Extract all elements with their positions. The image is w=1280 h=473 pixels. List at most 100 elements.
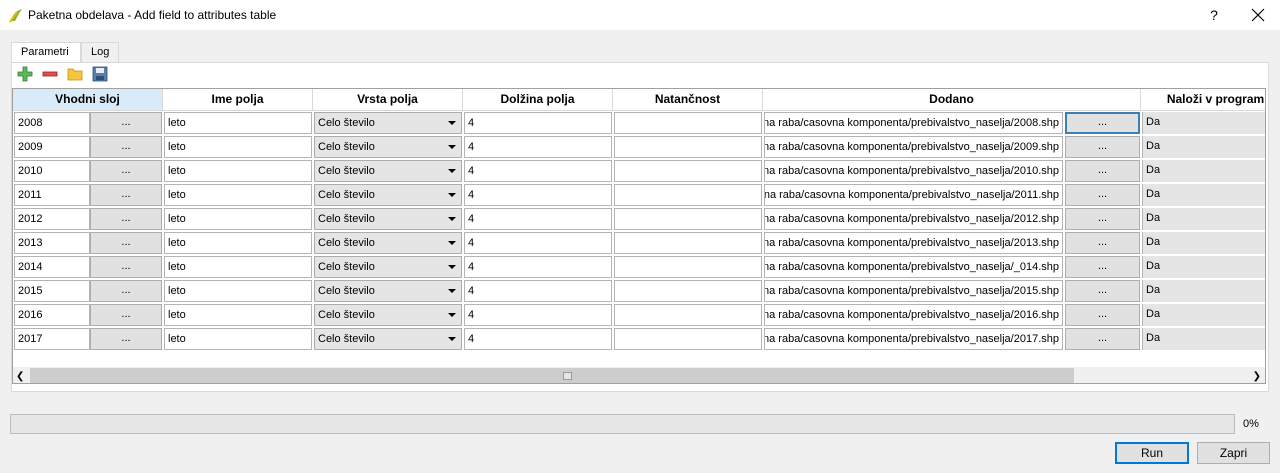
input-layer-field[interactable]: 2011 [14, 184, 90, 206]
browse-output-button[interactable]: ... [1065, 304, 1140, 326]
input-layer-field[interactable]: 2014 [14, 256, 90, 278]
precision-input[interactable] [614, 256, 762, 278]
run-button[interactable]: Run [1115, 442, 1189, 464]
field-type-select[interactable]: Celo število [314, 136, 462, 158]
input-layer-field[interactable]: 2008 [14, 112, 90, 134]
load-in-program-select[interactable]: Da [1142, 304, 1265, 326]
close-button[interactable]: Zapri [1197, 442, 1270, 464]
browse-output-button[interactable]: ... [1065, 160, 1140, 182]
browse-layer-button[interactable]: ... [90, 256, 162, 278]
close-icon[interactable] [1248, 5, 1268, 25]
load-in-program-select[interactable]: Da [1142, 280, 1265, 302]
load-in-program-select[interactable]: Da [1142, 208, 1265, 230]
browse-layer-button[interactable]: ... [90, 184, 162, 206]
browse-layer-button[interactable]: ... [90, 280, 162, 302]
field-length-input[interactable]: 4 [464, 232, 612, 254]
field-name-input[interactable]: leto [164, 304, 312, 326]
field-name-input[interactable]: leto [164, 136, 312, 158]
field-type-select[interactable]: Celo število [314, 112, 462, 134]
browse-output-button[interactable]: ... [1065, 328, 1140, 350]
field-length-input[interactable]: 4 [464, 208, 612, 230]
output-path-field[interactable]: na raba/casovna komponenta/prebivalstvo_… [764, 136, 1063, 158]
browse-output-button[interactable]: ... [1065, 280, 1140, 302]
column-header-field-length[interactable]: Dolžina polja [463, 89, 613, 111]
field-name-input[interactable]: leto [164, 328, 312, 350]
horizontal-scrollbar[interactable]: ❮ ❯ [13, 367, 1265, 383]
column-header-field-type[interactable]: Vrsta polja [313, 89, 463, 111]
output-path-field[interactable]: na raba/casovna komponenta/prebivalstvo_… [764, 328, 1063, 350]
tab-log[interactable]: Log [81, 42, 119, 63]
field-type-select[interactable]: Celo število [314, 184, 462, 206]
field-type-select[interactable]: Celo število [314, 256, 462, 278]
output-path-field[interactable]: na raba/casovna komponenta/prebivalstvo_… [764, 280, 1063, 302]
output-path-field[interactable]: na raba/casovna komponenta/prebivalstvo_… [764, 160, 1063, 182]
field-length-input[interactable]: 4 [464, 256, 612, 278]
input-layer-field[interactable]: 2009 [14, 136, 90, 158]
browse-layer-button[interactable]: ... [90, 160, 162, 182]
precision-input[interactable] [614, 208, 762, 230]
precision-input[interactable] [614, 280, 762, 302]
browse-output-button[interactable]: ... [1065, 136, 1140, 158]
load-in-program-select[interactable]: Da [1142, 112, 1265, 134]
field-name-input[interactable]: leto [164, 232, 312, 254]
field-type-select[interactable]: Celo število [314, 328, 462, 350]
field-name-input[interactable]: leto [164, 280, 312, 302]
folder-open-icon[interactable] [67, 66, 83, 82]
output-path-field[interactable]: na raba/casovna komponenta/prebivalstvo_… [764, 256, 1063, 278]
field-length-input[interactable]: 4 [464, 160, 612, 182]
column-header-input-layer[interactable]: Vhodni sloj [13, 89, 163, 111]
precision-input[interactable] [614, 160, 762, 182]
field-name-input[interactable]: leto [164, 112, 312, 134]
help-button[interactable]: ? [1206, 5, 1222, 25]
precision-input[interactable] [614, 136, 762, 158]
browse-layer-button[interactable]: ... [90, 112, 162, 134]
tab-parametri[interactable]: Parametri [11, 42, 81, 64]
save-icon[interactable] [92, 66, 108, 82]
field-type-select[interactable]: Celo število [314, 280, 462, 302]
browse-output-button[interactable]: ... [1065, 208, 1140, 230]
scroll-left-icon[interactable]: ❮ [16, 371, 24, 382]
load-in-program-select[interactable]: Da [1142, 184, 1265, 206]
browse-output-button[interactable]: ... [1065, 184, 1140, 206]
precision-input[interactable] [614, 232, 762, 254]
field-name-input[interactable]: leto [164, 184, 312, 206]
precision-input[interactable] [614, 112, 762, 134]
field-length-input[interactable]: 4 [464, 280, 612, 302]
scroll-right-icon[interactable]: ❯ [1253, 371, 1261, 382]
load-in-program-select[interactable]: Da [1142, 256, 1265, 278]
column-header-output[interactable]: Dodano [763, 89, 1141, 111]
field-length-input[interactable]: 4 [464, 304, 612, 326]
field-type-select[interactable]: Celo število [314, 160, 462, 182]
field-length-input[interactable]: 4 [464, 112, 612, 134]
browse-layer-button[interactable]: ... [90, 328, 162, 350]
load-in-program-select[interactable]: Da [1142, 328, 1265, 350]
input-layer-field[interactable]: 2013 [14, 232, 90, 254]
field-name-input[interactable]: leto [164, 256, 312, 278]
field-type-select[interactable]: Celo število [314, 304, 462, 326]
browse-output-button[interactable]: ... [1065, 112, 1140, 134]
input-layer-field[interactable]: 2012 [14, 208, 90, 230]
output-path-field[interactable]: na raba/casovna komponenta/prebivalstvo_… [764, 112, 1063, 134]
column-header-field-name[interactable]: Ime polja [163, 89, 313, 111]
field-type-select[interactable]: Celo število [314, 208, 462, 230]
browse-output-button[interactable]: ... [1065, 232, 1140, 254]
browse-layer-button[interactable]: ... [90, 304, 162, 326]
remove-row-icon[interactable] [42, 66, 58, 82]
column-header-precision[interactable]: Natančnost [613, 89, 763, 111]
output-path-field[interactable]: na raba/casovna komponenta/prebivalstvo_… [764, 304, 1063, 326]
output-path-field[interactable]: na raba/casovna komponenta/prebivalstvo_… [764, 208, 1063, 230]
output-path-field[interactable]: na raba/casovna komponenta/prebivalstvo_… [764, 184, 1063, 206]
add-row-icon[interactable] [17, 66, 33, 82]
field-length-input[interactable]: 4 [464, 184, 612, 206]
precision-input[interactable] [614, 184, 762, 206]
scrollbar-thumb[interactable] [30, 368, 1074, 383]
field-length-input[interactable]: 4 [464, 136, 612, 158]
precision-input[interactable] [614, 304, 762, 326]
input-layer-field[interactable]: 2010 [14, 160, 90, 182]
input-layer-field[interactable]: 2017 [14, 328, 90, 350]
browse-layer-button[interactable]: ... [90, 208, 162, 230]
load-in-program-select[interactable]: Da [1142, 136, 1265, 158]
input-layer-field[interactable]: 2015 [14, 280, 90, 302]
load-in-program-select[interactable]: Da [1142, 160, 1265, 182]
input-layer-field[interactable]: 2016 [14, 304, 90, 326]
